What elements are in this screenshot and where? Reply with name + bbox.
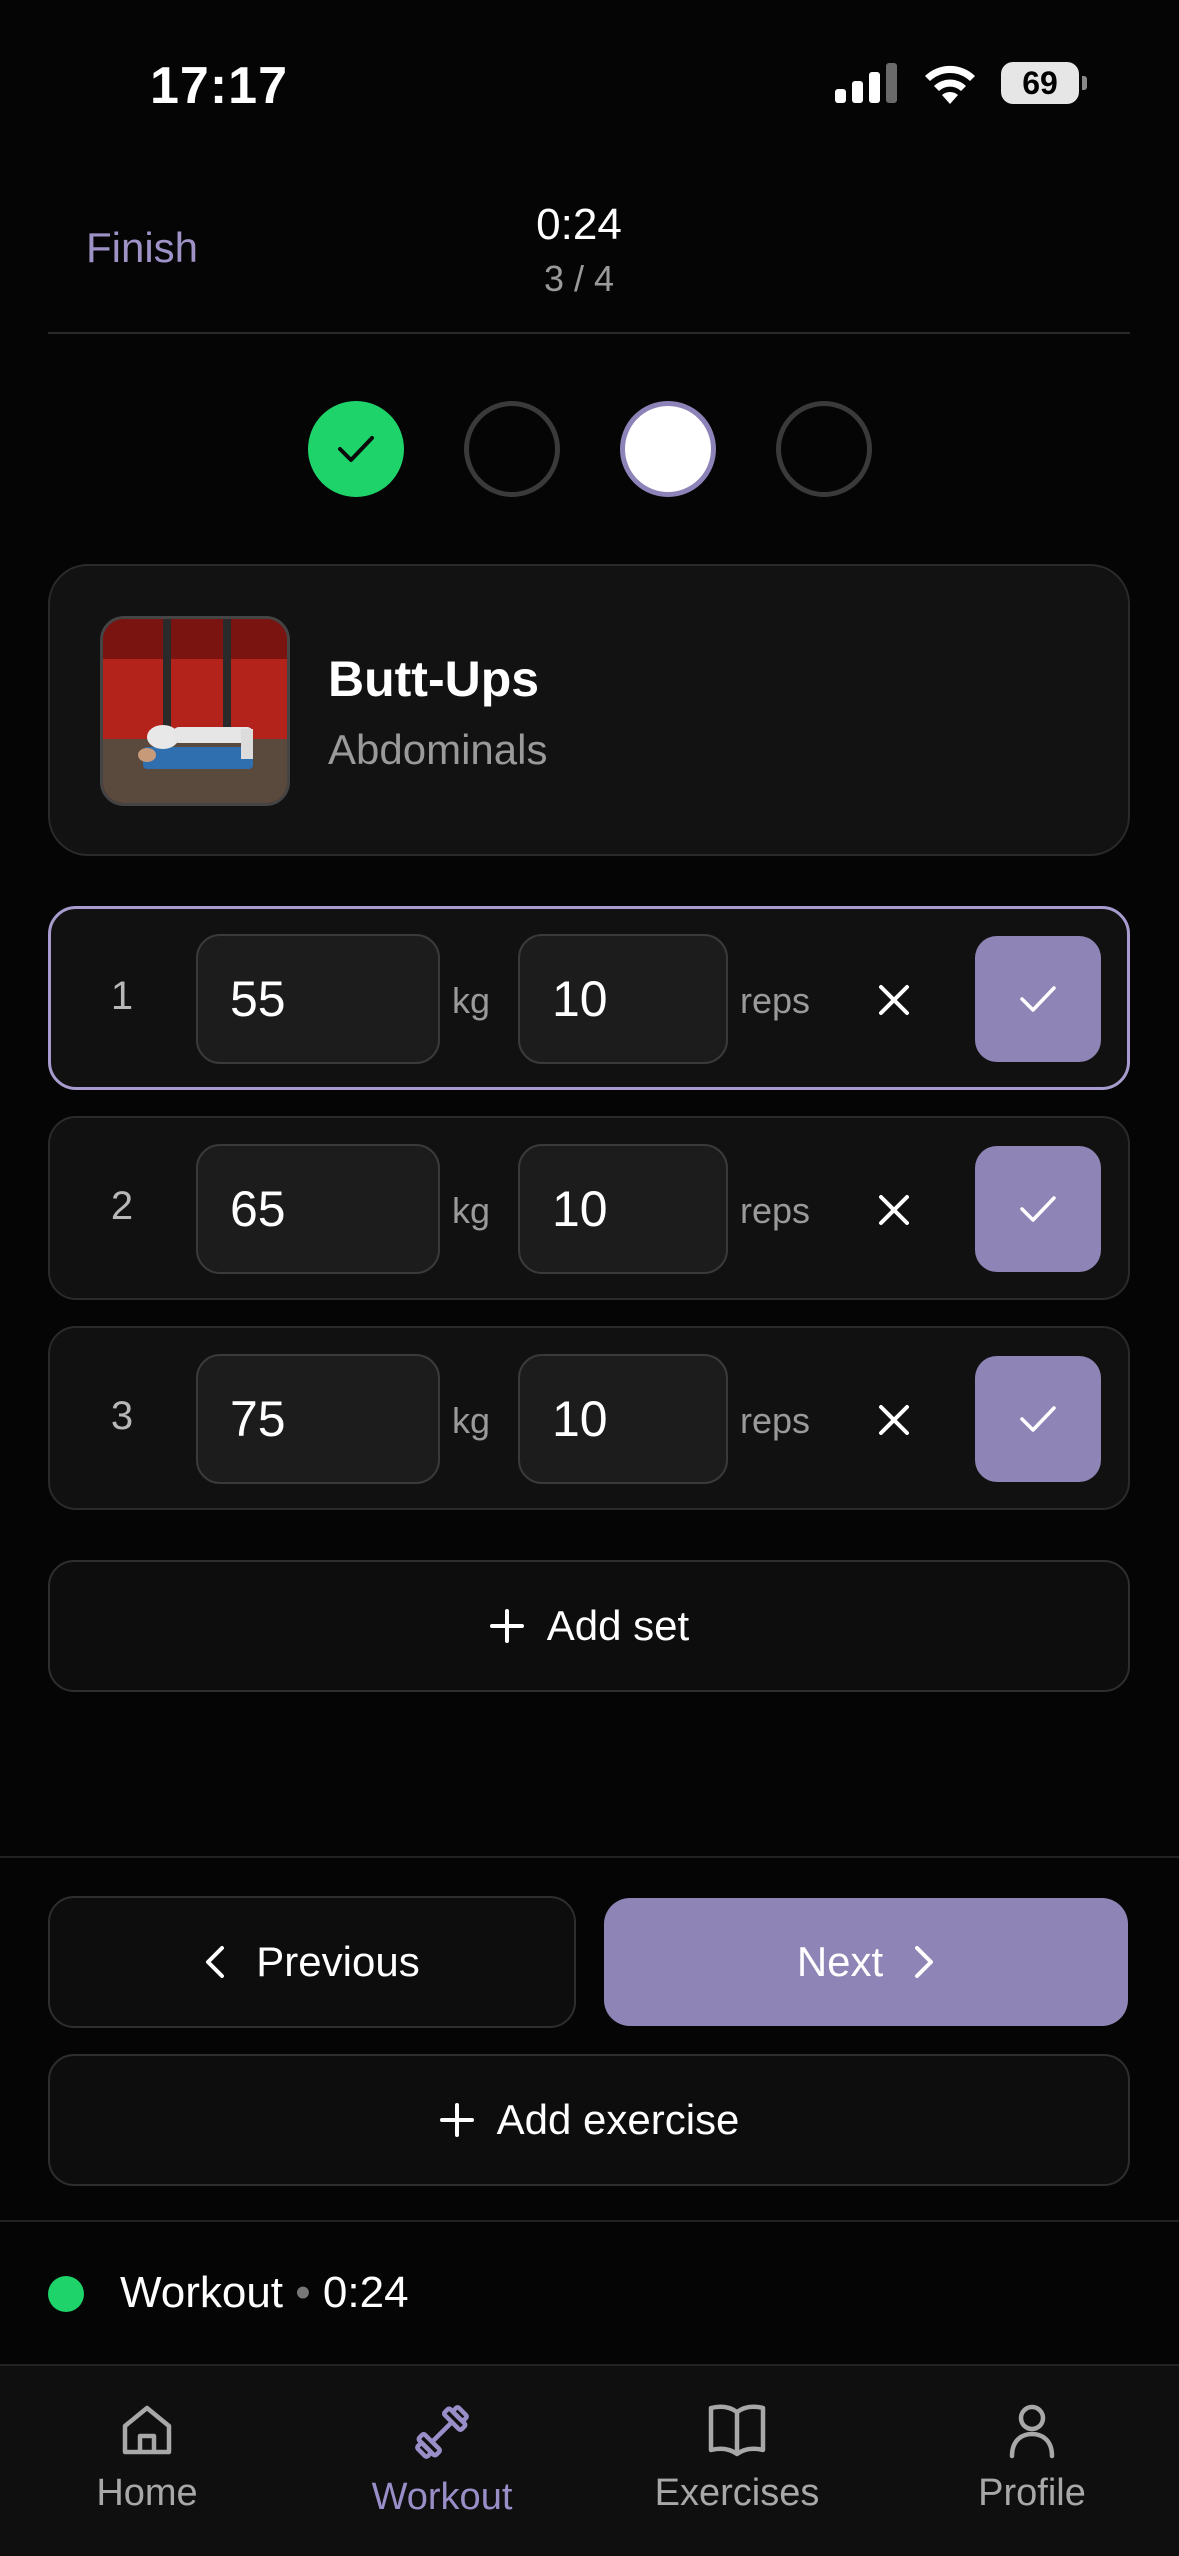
step-dot-2[interactable] <box>464 401 560 497</box>
live-workout-time: 0:24 <box>322 2268 409 2317</box>
checkmark-icon <box>338 436 374 462</box>
user-icon <box>1009 2404 1055 2459</box>
add-exercise-label: Add exercise <box>496 2096 740 2143</box>
wifi-icon <box>925 65 975 104</box>
set-number: 3 <box>110 1394 134 1438</box>
exercise-progress-count: 3 / 4 <box>543 258 615 299</box>
step-dot-4[interactable] <box>776 401 872 497</box>
tab-home[interactable]: Home <box>27 2400 267 2515</box>
close-icon <box>879 1195 909 1225</box>
header-divider <box>48 332 1130 334</box>
battery-indicator: 69 <box>1001 62 1087 104</box>
previous-button[interactable]: Previous <box>48 1896 576 2028</box>
weight-unit-label: kg <box>452 980 491 1021</box>
checkmark-icon <box>1020 986 1056 1012</box>
live-workout-label: Workout <box>120 2268 284 2317</box>
reps-unit-label: reps <box>740 980 811 1021</box>
set-number: 1 <box>110 974 134 1018</box>
weight-input[interactable]: 65 <box>196 1144 440 1274</box>
section-divider <box>0 1856 1179 1858</box>
reps-unit-label: reps <box>740 1400 811 1441</box>
status-time: 17:17 <box>150 57 288 115</box>
tab-profile[interactable]: Profile <box>912 2400 1152 2515</box>
plus-icon <box>489 1609 524 1643</box>
step-dot-1-completed[interactable] <box>308 401 404 497</box>
step-dot-3-current[interactable] <box>620 401 716 497</box>
workout-timer: 0:24 <box>536 200 622 249</box>
reps-input[interactable]: 10 <box>518 1144 728 1274</box>
weight-input[interactable]: 75 <box>196 1354 440 1484</box>
reps-unit-label: reps <box>740 1190 811 1231</box>
tab-workout[interactable]: Workout <box>322 2400 562 2519</box>
book-open-icon <box>708 2404 766 2457</box>
tab-workout-label: Workout <box>371 2476 513 2518</box>
weight-unit-label: kg <box>452 1400 491 1441</box>
chevron-left-icon <box>206 1946 225 1978</box>
tab-home-label: Home <box>96 2472 198 2514</box>
delete-set-button[interactable] <box>864 970 924 1030</box>
home-icon <box>122 2405 172 2455</box>
close-icon <box>879 1405 909 1435</box>
checkmark-icon <box>1020 1406 1056 1432</box>
live-status-indicator <box>48 2276 84 2312</box>
exercise-name: Butt-Ups <box>328 651 540 707</box>
checkmark-icon <box>1020 1196 1056 1222</box>
complete-set-button[interactable] <box>975 936 1101 1062</box>
set-number: 2 <box>110 1184 134 1228</box>
exercise-thumbnail <box>100 616 290 806</box>
section-divider <box>0 2220 1179 2222</box>
tab-profile-label: Profile <box>978 2472 1086 2514</box>
previous-label: Previous <box>256 1938 420 1985</box>
weight-input[interactable]: 55 <box>196 934 440 1064</box>
tab-exercises[interactable]: Exercises <box>617 2400 857 2515</box>
reps-input[interactable]: 10 <box>518 1354 728 1484</box>
live-workout-separator: • <box>295 2268 311 2317</box>
weight-unit-label: kg <box>452 1190 491 1231</box>
add-set-label: Add set <box>546 1602 690 1649</box>
tab-exercises-label: Exercises <box>654 2472 820 2514</box>
add-exercise-button[interactable]: Add exercise <box>48 2054 1130 2186</box>
complete-set-button[interactable] <box>975 1356 1101 1482</box>
add-set-button[interactable]: Add set <box>48 1560 1130 1692</box>
delete-set-button[interactable] <box>864 1180 924 1240</box>
close-icon <box>879 985 909 1015</box>
next-label: Next <box>796 1938 884 1985</box>
cellular-signal-icon <box>835 63 897 103</box>
chevron-right-icon <box>915 1946 934 1978</box>
next-button[interactable]: Next <box>604 1898 1128 2026</box>
live-workout-banner[interactable]: Workout • 0:24 <box>120 2268 409 2318</box>
dumbbell-icon <box>415 2405 469 2459</box>
delete-set-button[interactable] <box>864 1390 924 1450</box>
exercise-muscle-group: Abdominals <box>328 726 548 773</box>
complete-set-button[interactable] <box>975 1146 1101 1272</box>
status-icons: 69 <box>835 62 1087 104</box>
plus-icon <box>439 2103 474 2137</box>
reps-input[interactable]: 10 <box>518 934 728 1064</box>
